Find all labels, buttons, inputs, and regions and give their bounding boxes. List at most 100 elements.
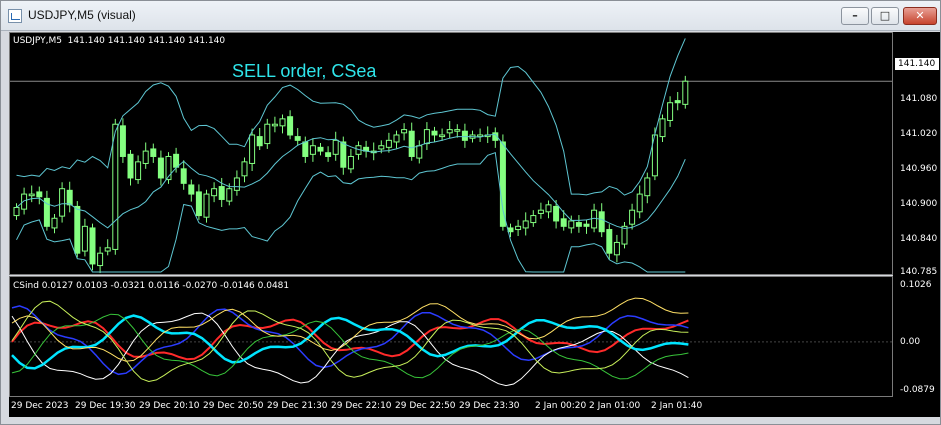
- candle-body: [203, 193, 210, 218]
- candle-body: [21, 193, 28, 210]
- candle-body: [446, 129, 453, 134]
- candle-body: [74, 205, 81, 254]
- time-axis-label: 29 Dec 23:30: [459, 401, 520, 411]
- window-title: USDJPY,M5 (visual): [28, 8, 136, 22]
- candle-body: [180, 168, 187, 184]
- candle-body: [81, 225, 88, 252]
- candle-body: [522, 220, 529, 229]
- candle-body: [188, 184, 195, 195]
- candle-body: [59, 188, 66, 217]
- minimize-button[interactable]: –: [841, 7, 869, 25]
- candle-body: [279, 118, 286, 127]
- candle-body: [51, 217, 58, 229]
- indicator-header: CSind 0.0127 0.0103 -0.0321 0.0116 -0.02…: [13, 281, 290, 291]
- price-axis-label: 140.785: [900, 267, 938, 277]
- candle-body: [545, 204, 552, 213]
- candle-body: [173, 153, 180, 168]
- candle-body: [135, 161, 142, 181]
- candle-body: [195, 191, 202, 217]
- candle-body: [142, 150, 149, 164]
- candle-body: [575, 222, 582, 227]
- price-chart-header: USDJPY,M5 141.140 141.140 141.140 141.14…: [13, 36, 226, 46]
- title-bar[interactable]: USDJPY,M5 (visual) – □ ✕: [1, 1, 940, 31]
- time-axis[interactable]: 29 Dec 2023 29 Dec 19:30 29 Dec 20:10 29…: [9, 397, 940, 417]
- maximize-button[interactable]: □: [871, 7, 899, 25]
- time-axis-label: 29 Dec 20:10: [139, 401, 200, 411]
- indicator-series-line: [11, 300, 689, 383]
- candle-body: [66, 189, 73, 206]
- candle-body: [347, 155, 354, 170]
- price-axis[interactable]: 141.140 141.080 141.020 140.960 140.900 …: [893, 32, 940, 398]
- candle-body: [629, 209, 636, 225]
- candle-body: [157, 157, 164, 179]
- candle-body: [302, 141, 309, 157]
- candle-body: [249, 134, 256, 164]
- time-axis-label: 29 Dec 2023: [11, 401, 69, 411]
- minimize-icon: –: [852, 9, 858, 22]
- close-button[interactable]: ✕: [903, 7, 937, 25]
- price-axis-label: 140.840: [900, 234, 938, 244]
- price-axis-label: 141.020: [900, 129, 938, 139]
- candle-body: [36, 191, 43, 198]
- candle-body: [439, 134, 446, 138]
- candle-body: [104, 247, 111, 252]
- candle-body: [499, 141, 506, 227]
- indicator-series-line: [11, 313, 689, 380]
- time-axis-label: 29 Dec 19:30: [75, 401, 136, 411]
- candle-body: [13, 207, 20, 217]
- candle-body: [515, 225, 522, 231]
- candle-body: [97, 252, 104, 267]
- candle-body: [241, 161, 248, 177]
- current-price-tag: 141.140: [895, 58, 939, 70]
- candle-body: [560, 218, 567, 227]
- candle-body: [568, 220, 575, 229]
- candle-body: [393, 134, 400, 143]
- candle-body: [325, 152, 332, 157]
- candle-body: [408, 130, 415, 157]
- candle-body: [226, 188, 233, 202]
- candle-body: [636, 193, 643, 213]
- candle-body: [659, 118, 666, 138]
- candle-body: [401, 129, 408, 134]
- candle-body: [218, 186, 225, 200]
- time-axis-label: 2 Jan 00:20: [535, 401, 587, 411]
- candle-body: [332, 139, 339, 155]
- close-icon: ✕: [915, 9, 925, 22]
- candle-body: [674, 100, 681, 104]
- indicator-canvas: [10, 297, 892, 387]
- chart-window-icon: [8, 9, 22, 23]
- price-chart[interactable]: USDJPY,M5 141.140 141.140 141.140 141.14…: [9, 32, 893, 275]
- candle-body: [431, 130, 438, 136]
- candle-body: [233, 177, 240, 191]
- candle-body: [256, 136, 263, 147]
- candle-body: [553, 205, 560, 222]
- order-overlay-text: SELL order, CSea: [232, 61, 377, 81]
- indicator-axis-label: -0.0879: [900, 385, 935, 395]
- candle-body: [682, 80, 689, 105]
- candle-body: [309, 145, 316, 155]
- candle-body: [385, 139, 392, 148]
- price-axis-label: 141.080: [900, 94, 938, 104]
- candle-body: [127, 153, 134, 179]
- candle-body: [423, 129, 430, 145]
- candle-body: [530, 215, 537, 224]
- candle-body: [378, 145, 385, 150]
- time-axis-label: 29 Dec 22:50: [395, 401, 456, 411]
- candle-body: [667, 102, 674, 121]
- candle-body: [150, 148, 157, 157]
- time-axis-label: 2 Jan 01:00: [589, 401, 641, 411]
- candle-body: [294, 136, 301, 141]
- time-axis-label: 29 Dec 20:50: [203, 401, 264, 411]
- app-window: USDJPY,M5 (visual) – □ ✕ USDJPY,M5 141.1…: [0, 0, 941, 425]
- candle-body: [211, 188, 218, 197]
- candle-body: [317, 146, 324, 152]
- candle-body: [112, 123, 119, 250]
- candle-body: [537, 209, 544, 214]
- candle-body: [454, 129, 461, 132]
- candle-body: [613, 241, 620, 256]
- candle-body: [28, 193, 35, 197]
- indicator-pane[interactable]: CSind 0.0127 0.0103 -0.0321 0.0116 -0.02…: [9, 276, 893, 397]
- candle-body: [119, 125, 126, 157]
- time-axis-label: 29 Dec 21:30: [267, 401, 328, 411]
- price-axis-label: 140.900: [900, 199, 938, 209]
